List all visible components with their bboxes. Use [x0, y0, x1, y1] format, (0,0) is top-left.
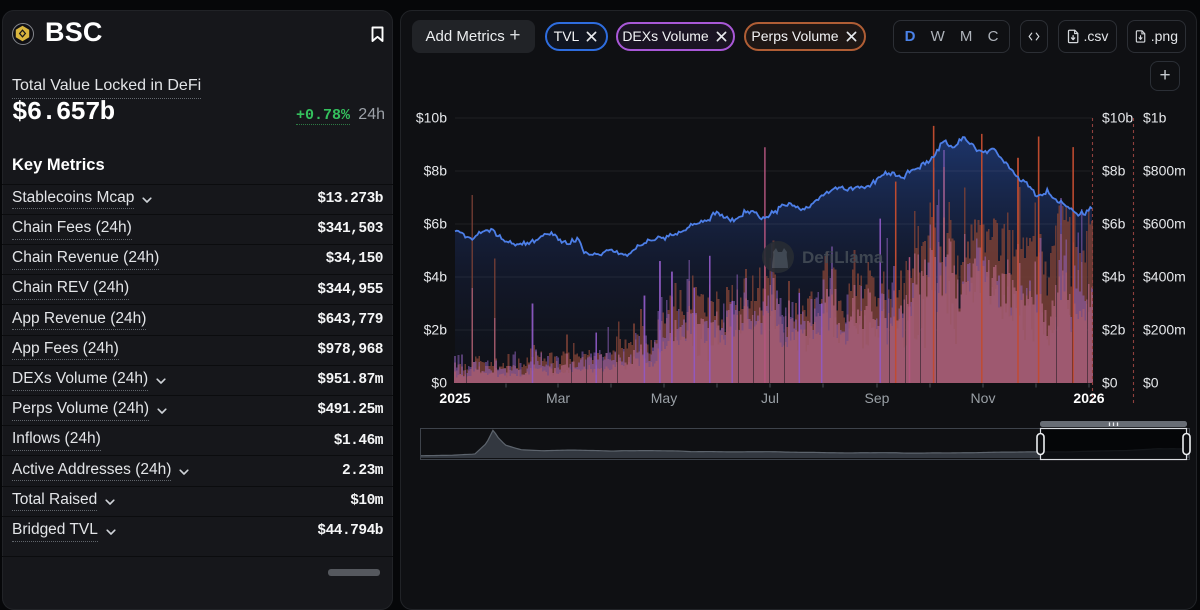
svg-text:Jul: Jul [761, 390, 779, 406]
svg-text:$0: $0 [431, 375, 447, 391]
svg-text:$600m: $600m [1143, 216, 1186, 232]
svg-text:$8b: $8b [1102, 163, 1126, 179]
svg-text:$0: $0 [1143, 375, 1159, 391]
svg-text:$6b: $6b [1102, 216, 1126, 232]
svg-text:$0: $0 [1102, 375, 1118, 391]
svg-text:Nov: Nov [970, 390, 995, 406]
svg-text:$2b: $2b [1102, 322, 1126, 338]
svg-text:$6b: $6b [423, 216, 447, 232]
svg-text:$400m: $400m [1143, 269, 1186, 285]
svg-text:$4b: $4b [423, 269, 447, 285]
svg-text:Mar: Mar [545, 390, 569, 406]
svg-text:DefiLlama: DefiLlama [802, 248, 884, 267]
svg-text:$4b: $4b [1102, 269, 1126, 285]
svg-text:$2b: $2b [423, 322, 447, 338]
svg-text:Sep: Sep [864, 390, 889, 406]
svg-text:$200m: $200m [1143, 322, 1186, 338]
svg-text:2025: 2025 [439, 390, 470, 406]
svg-text:$8b: $8b [423, 163, 447, 179]
svg-text:$800m: $800m [1143, 163, 1186, 179]
svg-text:May: May [650, 390, 676, 406]
svg-text:2026: 2026 [1073, 390, 1104, 406]
svg-text:$10b: $10b [415, 110, 446, 126]
svg-text:$10b: $10b [1102, 110, 1133, 126]
svg-text:$1b: $1b [1143, 110, 1167, 126]
